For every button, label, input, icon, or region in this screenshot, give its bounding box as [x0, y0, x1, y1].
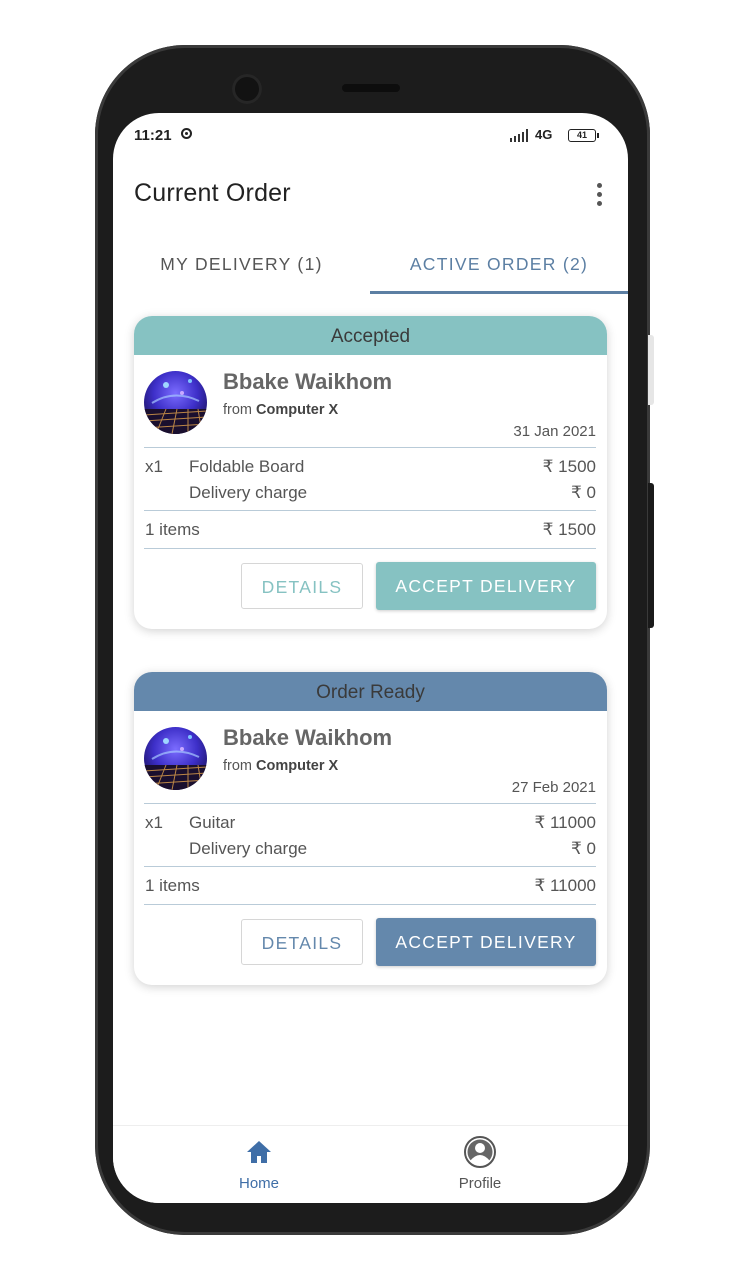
item-price: ₹ 1500 [542, 457, 596, 476]
avatar [144, 371, 207, 434]
order-date: 31 Jan 2021 [513, 423, 596, 440]
divider [144, 904, 596, 905]
signal-icon [510, 129, 530, 142]
customer-name: Bbake Waikhom [223, 725, 393, 750]
tab-bar: MY DELIVERY (1) ACTIVE ORDER (2) [113, 243, 628, 295]
app-screen: 11:21 4G 41 Current Order MY DELIVERY (1… [113, 113, 628, 1203]
earpiece-speaker [342, 84, 400, 92]
network-type: 4G [535, 127, 553, 142]
from-prefix: from [223, 402, 252, 418]
from-prefix: from [223, 758, 252, 774]
order-date: 27 Feb 2021 [511, 779, 596, 796]
details-button[interactable]: DETAILS [241, 919, 363, 965]
front-camera [232, 74, 262, 104]
status-bar: 11:21 4G 41 [113, 113, 628, 157]
delivery-charge-value: ₹ 0 [571, 483, 596, 502]
item-price: ₹ 11000 [534, 813, 596, 832]
divider [144, 803, 596, 804]
details-button[interactable]: DETAILS [241, 563, 363, 609]
order-status-header: Accepted [134, 316, 607, 355]
divider [144, 510, 596, 511]
order-status-header: Order Ready [134, 672, 607, 711]
profile-icon [464, 1136, 496, 1168]
tab-my-delivery[interactable]: MY DELIVERY (1) [113, 243, 370, 295]
item-name: Guitar [189, 813, 236, 832]
nav-home[interactable]: Home [179, 1126, 339, 1203]
bottom-nav: Home Profile [113, 1125, 628, 1203]
home-icon [247, 1141, 271, 1163]
accept-delivery-button[interactable]: ACCEPT DELIVERY [376, 562, 596, 610]
item-qty: x1 [145, 457, 163, 476]
order-card: Accepted Bbake Waikhom from Computer X 3… [134, 316, 607, 629]
items-count: 1 items [145, 520, 200, 539]
status-time: 11:21 [134, 127, 172, 144]
store-name: Computer X [256, 402, 339, 418]
more-vert-icon[interactable] [591, 181, 607, 209]
divider [144, 447, 596, 448]
items-count: 1 items [145, 876, 200, 895]
recording-icon [181, 128, 192, 139]
item-qty: x1 [145, 813, 163, 832]
order-card: Order Ready Bbake Waikhom from Computer … [134, 672, 607, 985]
active-tab-indicator [370, 291, 628, 294]
order-total: ₹ 11000 [534, 876, 596, 895]
store-line: from Computer X [223, 402, 338, 418]
order-total: ₹ 1500 [542, 520, 596, 539]
phone-side-button [648, 335, 654, 405]
customer-name: Bbake Waikhom [223, 369, 393, 394]
delivery-charge-label: Delivery charge [189, 839, 308, 858]
delivery-charge-value: ₹ 0 [571, 839, 596, 858]
accept-delivery-button[interactable]: ACCEPT DELIVERY [376, 918, 596, 966]
store-line: from Computer X [223, 758, 338, 774]
delivery-charge-label: Delivery charge [189, 483, 308, 502]
item-name: Foldable Board [189, 457, 305, 476]
avatar [144, 727, 207, 790]
divider [144, 548, 596, 549]
divider [144, 866, 596, 867]
store-name: Computer X [256, 758, 339, 774]
battery-icon: 41 [568, 129, 599, 142]
phone-power-button [648, 483, 654, 628]
nav-profile[interactable]: Profile [400, 1126, 560, 1203]
nav-profile-label: Profile [458, 1175, 502, 1192]
page-title: Current Order [134, 179, 291, 207]
tab-active-order[interactable]: ACTIVE ORDER (2) [370, 243, 628, 295]
nav-home-label: Home [238, 1175, 279, 1192]
